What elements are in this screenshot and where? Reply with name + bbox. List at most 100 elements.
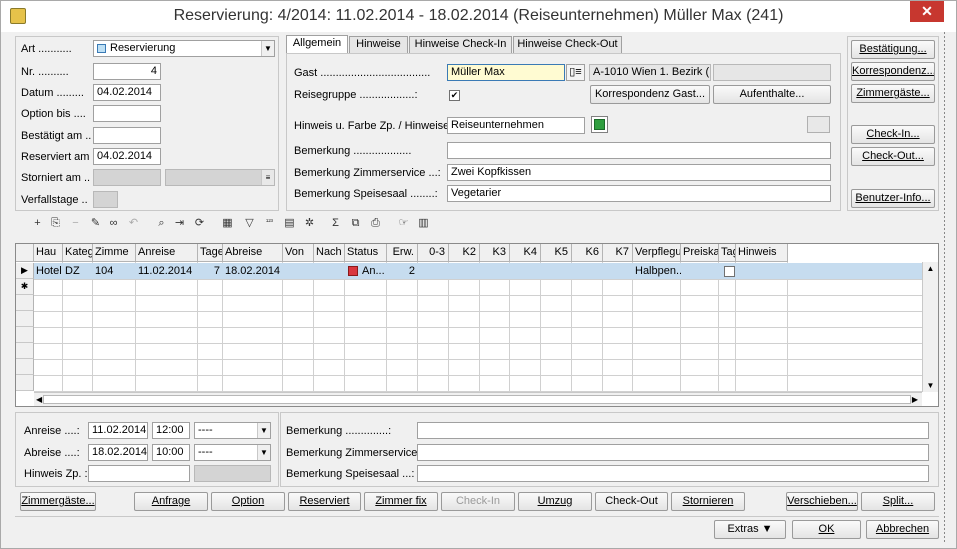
cell-kategorie[interactable]: DZ — [63, 263, 93, 279]
zimmergaeste-action-button[interactable]: Zimmergäste... — [20, 492, 96, 511]
bottom-bem-zs-field[interactable] — [417, 444, 929, 461]
cell-haus[interactable]: Hotel — [34, 263, 63, 279]
column-header-von[interactable]: Von — [283, 244, 314, 262]
hinweis-color-button[interactable] — [591, 116, 608, 133]
table-icon[interactable]: ▤ — [281, 215, 298, 232]
new-row-marker[interactable]: ✱ — [16, 279, 34, 295]
cell-tag-checkbox[interactable] — [722, 263, 736, 279]
row-marker[interactable]: ▶ — [16, 263, 34, 279]
sum-icon[interactable]: Σ — [327, 215, 344, 232]
reserviert-field[interactable]: 04.02.2014 — [93, 148, 161, 165]
reisegruppe-checkbox[interactable]: ✔ — [449, 89, 460, 101]
speisesaal-field[interactable]: Vegetarier — [447, 185, 831, 202]
hinweis-zp-field[interactable] — [88, 465, 190, 482]
column-header-erw[interactable]: Erw. — [387, 244, 418, 262]
check-out-button[interactable]: Check-Out... — [851, 147, 935, 166]
reserviert-button[interactable]: Reserviert — [288, 492, 361, 511]
tab-hinweise-check-in[interactable]: Hinweise Check-In — [409, 36, 512, 53]
filter-icon[interactable]: ▽ — [241, 215, 258, 232]
chevron-down-icon[interactable]: ▼ — [257, 423, 270, 438]
anfrage-button[interactable]: Anfrage — [134, 492, 208, 511]
ok-button[interactable]: OK — [792, 520, 861, 539]
horizontal-scrollbar[interactable]: ◀ ▶ — [34, 392, 922, 406]
anreise-date-field[interactable]: 11.02.2014 — [88, 422, 148, 439]
chevron-down-icon[interactable]: ▼ — [261, 41, 274, 56]
korrespondenz-button[interactable]: Korrespondenz... — [851, 62, 935, 81]
abbrechen-button[interactable]: Abbrechen — [866, 520, 939, 539]
column-header-0-3[interactable]: 0-3 — [418, 244, 449, 262]
datum-field[interactable]: 04.02.2014 — [93, 84, 161, 101]
cell-tage[interactable]: 7 — [198, 263, 223, 279]
anreise-select[interactable]: ---- ▼ — [194, 422, 271, 439]
settings-icon[interactable]: ✲ — [301, 215, 318, 232]
column-header-nach[interactable]: Nach — [314, 244, 345, 262]
row-selector[interactable] — [16, 327, 34, 343]
gast-lookup-icon[interactable]: ▯≡ — [566, 64, 585, 81]
nr-field[interactable]: 4 — [93, 63, 161, 80]
check-in-button[interactable]: Check-In... — [851, 125, 935, 144]
copy-icon[interactable]: ⎘ — [47, 215, 64, 232]
abreise-date-field[interactable]: 18.02.2014 — [88, 444, 148, 461]
benutzer-info-button[interactable]: Benutzer-Info... — [851, 189, 935, 208]
row-selector[interactable] — [16, 343, 34, 359]
calculator-icon[interactable]: ▦ — [219, 215, 236, 232]
column-header-haus[interactable]: Hau — [34, 244, 63, 262]
gast-field[interactable]: Müller Max — [447, 64, 565, 81]
column-header-tag[interactable]: Tag — [719, 244, 736, 262]
column-header-tage[interactable]: Tage — [198, 244, 223, 262]
zimmergaeste-button[interactable]: Zimmergäste... — [851, 84, 935, 103]
tab-hinweise-check-out[interactable]: Hinweise Check-Out — [513, 36, 622, 53]
row-selector[interactable] — [16, 295, 34, 311]
hinweis-extra-button[interactable] — [807, 116, 830, 133]
glasses-icon[interactable]: ∞ — [105, 215, 122, 232]
split-button[interactable]: Split... — [861, 492, 935, 511]
abreise-select[interactable]: ---- ▼ — [194, 444, 271, 461]
vertical-scrollbar[interactable]: ▲ ▼ — [922, 262, 938, 392]
anreise-time-field[interactable]: 12:00 — [152, 422, 190, 439]
notes-icon[interactable]: ▥ — [415, 215, 432, 232]
bestaetigung-button[interactable]: Bestätigung... — [851, 40, 935, 59]
column-header-hinweis[interactable]: Hinweis — [736, 244, 788, 262]
column-header-kategorie[interactable]: Kateg — [63, 244, 93, 262]
remove-icon[interactable]: − — [67, 215, 84, 232]
bottom-bem-field[interactable] — [417, 422, 929, 439]
aufenthalte-button[interactable]: Aufenthalte... — [713, 85, 831, 104]
bemerkung-field[interactable] — [447, 142, 831, 159]
zimmerservice-field[interactable]: Zwei Kopfkissen — [447, 164, 831, 181]
cell-erw[interactable]: 2 — [387, 263, 418, 279]
scroll-down-icon[interactable]: ▼ — [923, 381, 938, 390]
cell-anreise[interactable]: 11.02.2014 — [136, 263, 198, 279]
hinweis-field[interactable]: Reiseunternehmen — [447, 117, 585, 134]
column-header-verpflegung[interactable]: Verpflegun — [633, 244, 681, 262]
umzug-button[interactable]: Umzug — [518, 492, 592, 511]
binoculars-icon[interactable]: ⌕ — [153, 215, 170, 232]
column-header-k7[interactable]: K7 — [603, 244, 633, 262]
tab-hinweise[interactable]: Hinweise — [349, 36, 408, 53]
abreise-time-field[interactable]: 10:00 — [152, 444, 190, 461]
cell-verpflegung[interactable]: Halbpen... — [633, 263, 681, 279]
row-selector[interactable] — [16, 375, 34, 391]
scroll-right-icon[interactable]: ▶ — [912, 393, 918, 406]
column-header-k6[interactable]: K6 — [572, 244, 603, 262]
column-header-k5[interactable]: K5 — [541, 244, 572, 262]
stornieren-button[interactable]: Stornieren — [671, 492, 745, 511]
scroll-left-icon[interactable]: ◀ — [36, 393, 42, 406]
bottom-bem-sp-field[interactable] — [417, 465, 929, 482]
column-header-abreise[interactable]: Abreise — [223, 244, 283, 262]
cell-abreise[interactable]: 18.02.2014 — [223, 263, 283, 279]
export-icon[interactable]: ⧉ — [347, 215, 364, 232]
row-selector[interactable] — [16, 359, 34, 375]
column-header-status[interactable]: Status — [345, 244, 387, 262]
column-header-k4[interactable]: K4 — [510, 244, 541, 262]
edit-icon[interactable]: ✎ — [87, 215, 104, 232]
column-header-anreise[interactable]: Anreise — [136, 244, 198, 262]
option-button[interactable]: Option — [211, 492, 285, 511]
verschieben-button[interactable]: Verschieben... — [786, 492, 858, 511]
cell-zimmer[interactable]: 104 — [93, 263, 136, 279]
print-icon[interactable]: ⎙ — [367, 215, 384, 232]
report-icon[interactable]: ☞ — [395, 215, 412, 232]
column-header-zimmer[interactable]: Zimme — [93, 244, 136, 262]
option-field[interactable] — [93, 105, 161, 122]
sort-123-icon[interactable]: ¹²³ — [261, 215, 278, 232]
scroll-up-icon[interactable]: ▲ — [923, 264, 938, 273]
